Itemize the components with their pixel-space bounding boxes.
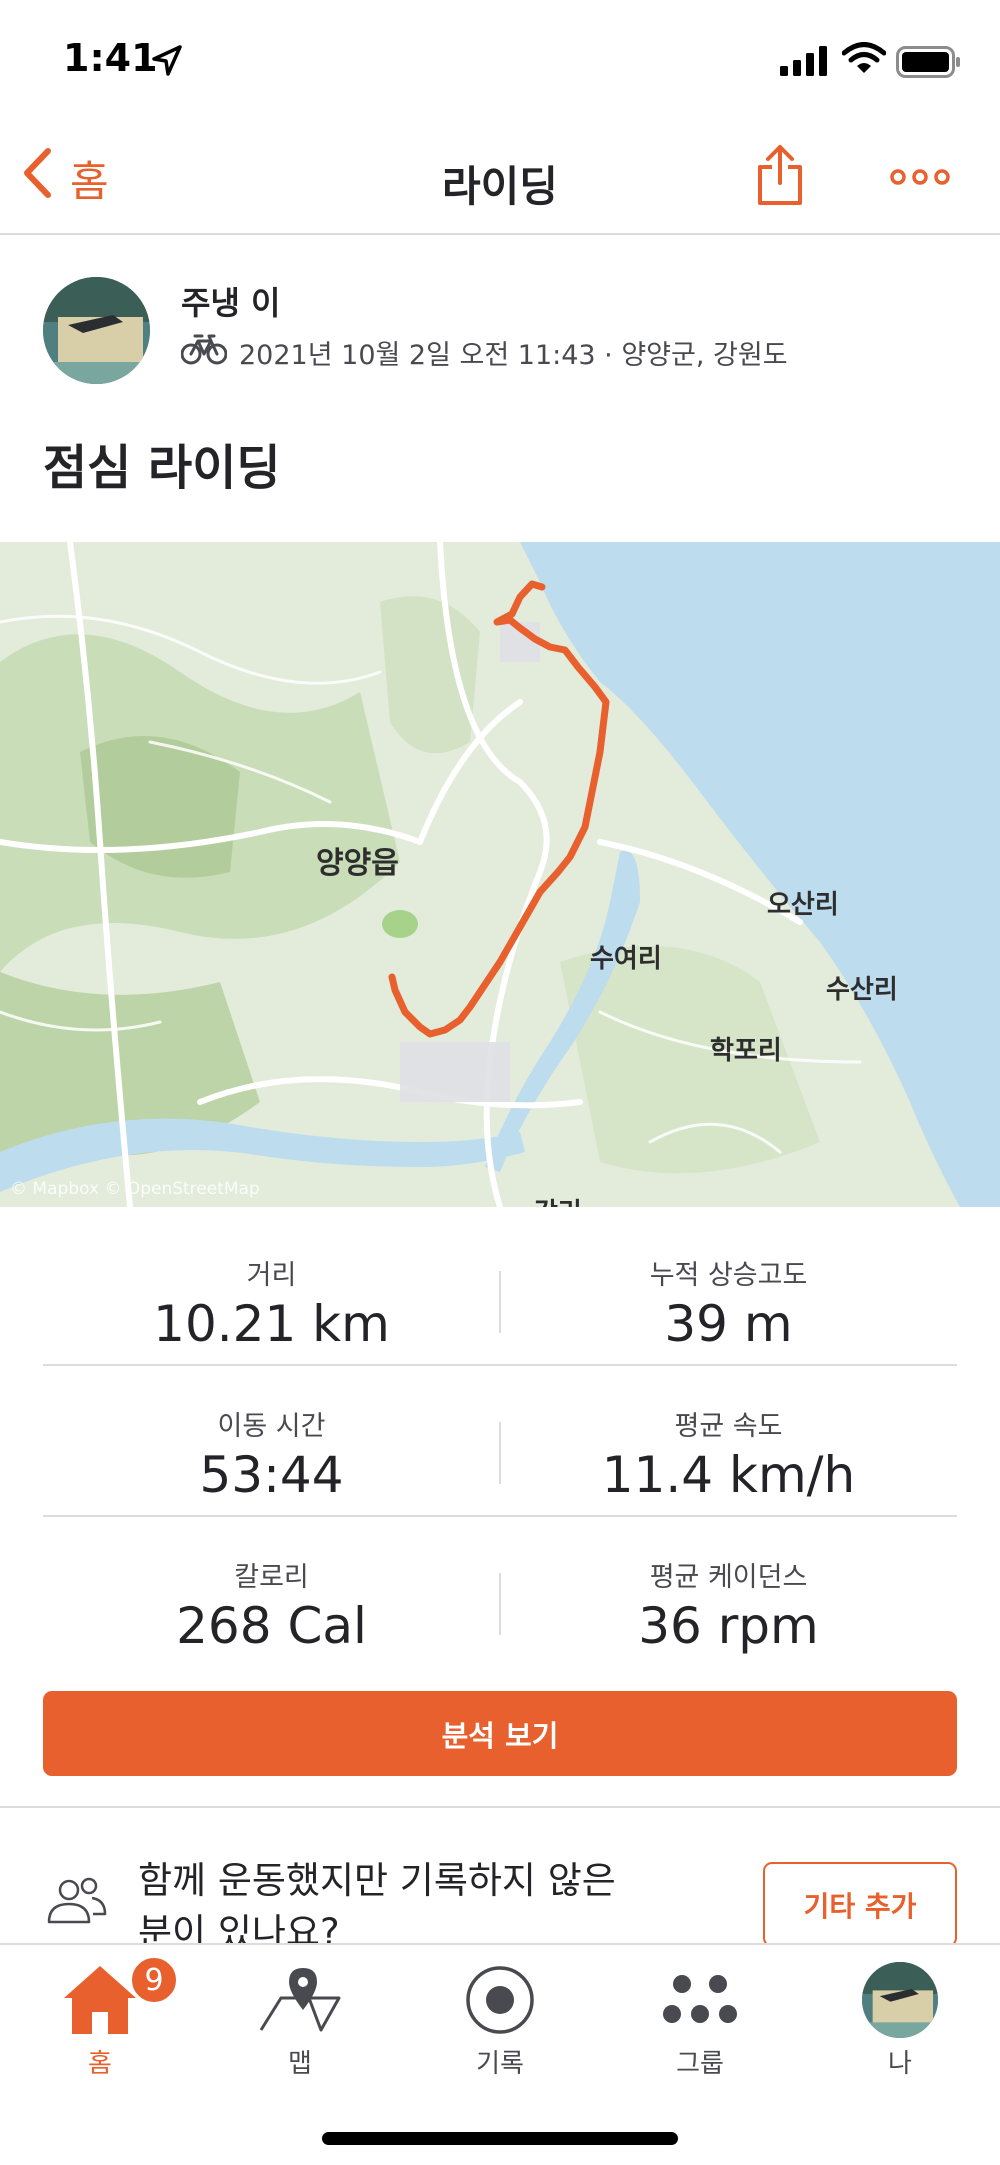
tab-label: 그룹 xyxy=(676,2049,724,2079)
stat-label: 칼로리 xyxy=(234,1562,309,1593)
share-icon[interactable] xyxy=(756,143,804,211)
stat-label: 이동 시간 xyxy=(217,1411,326,1442)
activity-title: 점심 라이딩 xyxy=(43,440,281,496)
map-label-suyeo: 수여리 xyxy=(590,944,662,974)
add-others-button[interactable]: 기타 추가 xyxy=(763,1862,957,1947)
navigation-bar: 홈 라이딩 xyxy=(0,125,1000,235)
stat-calories: 칼로리 268 Cal xyxy=(43,1517,500,1668)
wifi-icon xyxy=(841,42,887,80)
tab-groups[interactable]: 그룹 xyxy=(600,1945,800,2095)
stat-moving-time: 이동 시간 53:44 xyxy=(43,1366,500,1517)
people-icon xyxy=(45,1876,107,1930)
groups-icon xyxy=(600,1955,800,2045)
page-title: 라이딩 xyxy=(442,162,558,211)
stat-value: 36 rpm xyxy=(638,1597,819,1655)
map-attribution[interactable]: © Mapbox © OpenStreetMap xyxy=(10,1179,260,1199)
stat-value: 53:44 xyxy=(199,1446,344,1504)
stat-label: 거리 xyxy=(246,1260,297,1291)
view-analysis-button[interactable]: 분석 보기 xyxy=(43,1691,957,1776)
status-bar: 1:41 xyxy=(0,0,1000,125)
stats-row: 거리 10.21 km 누적 상승고도 39 m xyxy=(43,1215,957,1366)
map-label-hakpo: 학포리 xyxy=(710,1036,782,1066)
tab-you[interactable]: 나 xyxy=(800,1945,1000,2095)
tab-bar: 9 홈 맵 기록 그룹 나 xyxy=(0,1943,1000,2165)
tab-record[interactable]: 기록 xyxy=(400,1945,600,2095)
stat-label: 평균 속도 xyxy=(674,1411,783,1442)
stat-distance: 거리 10.21 km xyxy=(43,1215,500,1366)
activity-date-location: 2021년 10월 2일 오전 11:43 · 양양군, 강원도 xyxy=(239,340,788,371)
stats-row: 칼로리 268 Cal 평균 케이던스 36 rpm xyxy=(43,1517,957,1668)
bicycle-icon xyxy=(180,333,228,372)
map-label-bottom: 강리 xyxy=(534,1192,582,1207)
stat-value: 268 Cal xyxy=(176,1597,367,1655)
section-divider xyxy=(0,1806,1000,1808)
battery-icon xyxy=(896,46,962,82)
stat-value: 10.21 km xyxy=(153,1295,390,1353)
stats-row: 이동 시간 53:44 평균 속도 11.4 km/h xyxy=(43,1366,957,1517)
location-arrow-icon xyxy=(150,44,184,82)
tab-label: 맵 xyxy=(288,2049,312,2079)
status-time: 1:41 xyxy=(63,36,158,80)
map-label-town: 양양읍 xyxy=(316,846,399,881)
stat-average-speed: 평균 속도 11.4 km/h xyxy=(500,1366,957,1517)
cellular-signal-icon xyxy=(780,46,830,80)
record-icon xyxy=(400,1955,600,2045)
route-line xyxy=(388,580,610,1038)
notification-badge: 9 xyxy=(129,1955,179,2005)
stat-label: 누적 상승고도 xyxy=(649,1260,808,1291)
activity-meta: 2021년 10월 2일 오전 11:43 · 양양군, 강원도 xyxy=(180,333,788,372)
tab-maps[interactable]: 맵 xyxy=(200,1945,400,2095)
profile-icon xyxy=(800,1955,1000,2045)
tab-label: 기록 xyxy=(476,2049,524,2079)
map-icon xyxy=(200,1955,400,2045)
tab-label: 홈 xyxy=(88,2049,112,2079)
map-label-osan: 오산리 xyxy=(767,890,839,920)
more-options-icon[interactable] xyxy=(890,167,950,191)
home-indicator[interactable] xyxy=(322,2132,678,2145)
route-map[interactable]: 양양읍 수여리 오산리 수산리 학포리 강리 © Mapbox © OpenSt… xyxy=(0,542,1000,1207)
stat-average-cadence: 평균 케이던스 36 rpm xyxy=(500,1517,957,1668)
tab-label: 나 xyxy=(888,2049,912,2079)
athlete-avatar[interactable] xyxy=(43,277,150,384)
stat-elevation-gain: 누적 상승고도 39 m xyxy=(500,1215,957,1366)
stat-label: 평균 케이던스 xyxy=(649,1562,808,1593)
stat-value: 39 m xyxy=(664,1295,793,1353)
map-label-susan: 수산리 xyxy=(826,975,898,1005)
stat-value: 11.4 km/h xyxy=(601,1446,856,1504)
athlete-name[interactable]: 주냉 이 xyxy=(181,278,280,324)
tab-home[interactable]: 9 홈 xyxy=(0,1945,200,2095)
stats-grid: 거리 10.21 km 누적 상승고도 39 m 이동 시간 53:44 평균 … xyxy=(43,1215,957,1668)
